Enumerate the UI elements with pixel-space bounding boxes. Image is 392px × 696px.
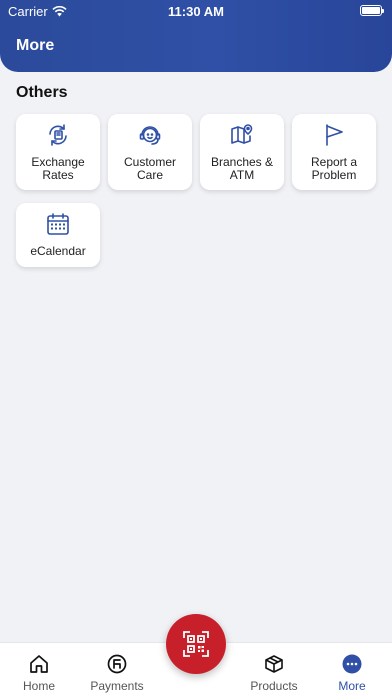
- section-title: Others: [16, 84, 68, 101]
- flag-icon: [326, 124, 343, 146]
- tile-branches-atm[interactable]: Branches & ATM: [200, 114, 284, 190]
- calendar-icon: [47, 213, 69, 235]
- app-header: Carrier 11:30 AM More: [0, 0, 392, 72]
- tab-label: More: [338, 679, 366, 693]
- tab-more[interactable]: More: [317, 643, 387, 696]
- page-title: More: [16, 37, 55, 54]
- tile-customer-care[interactable]: Customer Care: [108, 114, 192, 190]
- home-icon: [30, 655, 48, 673]
- tab-label: Payments: [90, 679, 144, 693]
- tile-label: Customer Care: [123, 155, 176, 182]
- tile-report-problem[interactable]: Report a Problem: [292, 114, 376, 190]
- tab-label: Home: [22, 679, 55, 693]
- tile-exchange-rates[interactable]: Exchange Rates: [16, 114, 100, 190]
- tile-label: Report a Problem: [310, 155, 358, 182]
- tab-products[interactable]: Products: [239, 643, 309, 696]
- box-icon: [265, 655, 283, 673]
- qr-scan-button[interactable]: [166, 614, 226, 674]
- status-bar: Carrier 11:30 AM: [0, 0, 392, 22]
- tile-label: Exchange Rates: [31, 155, 85, 182]
- status-time: 11:30 AM: [168, 4, 224, 19]
- payments-icon: [107, 654, 127, 674]
- battery-icon: [360, 5, 384, 16]
- qr-code-icon: [183, 631, 209, 657]
- map-pin-icon: [231, 124, 253, 144]
- tile-label: eCalendar: [30, 244, 86, 258]
- tab-payments[interactable]: Payments: [82, 643, 152, 696]
- exchange-rates-icon: [49, 124, 67, 146]
- more-icon: [342, 654, 362, 674]
- customer-care-icon: [139, 126, 161, 145]
- tile-label: Branches & ATM: [210, 155, 274, 182]
- tile-ecalendar[interactable]: eCalendar: [16, 203, 100, 267]
- tab-home[interactable]: Home: [4, 643, 74, 696]
- tab-label: Products: [250, 679, 298, 693]
